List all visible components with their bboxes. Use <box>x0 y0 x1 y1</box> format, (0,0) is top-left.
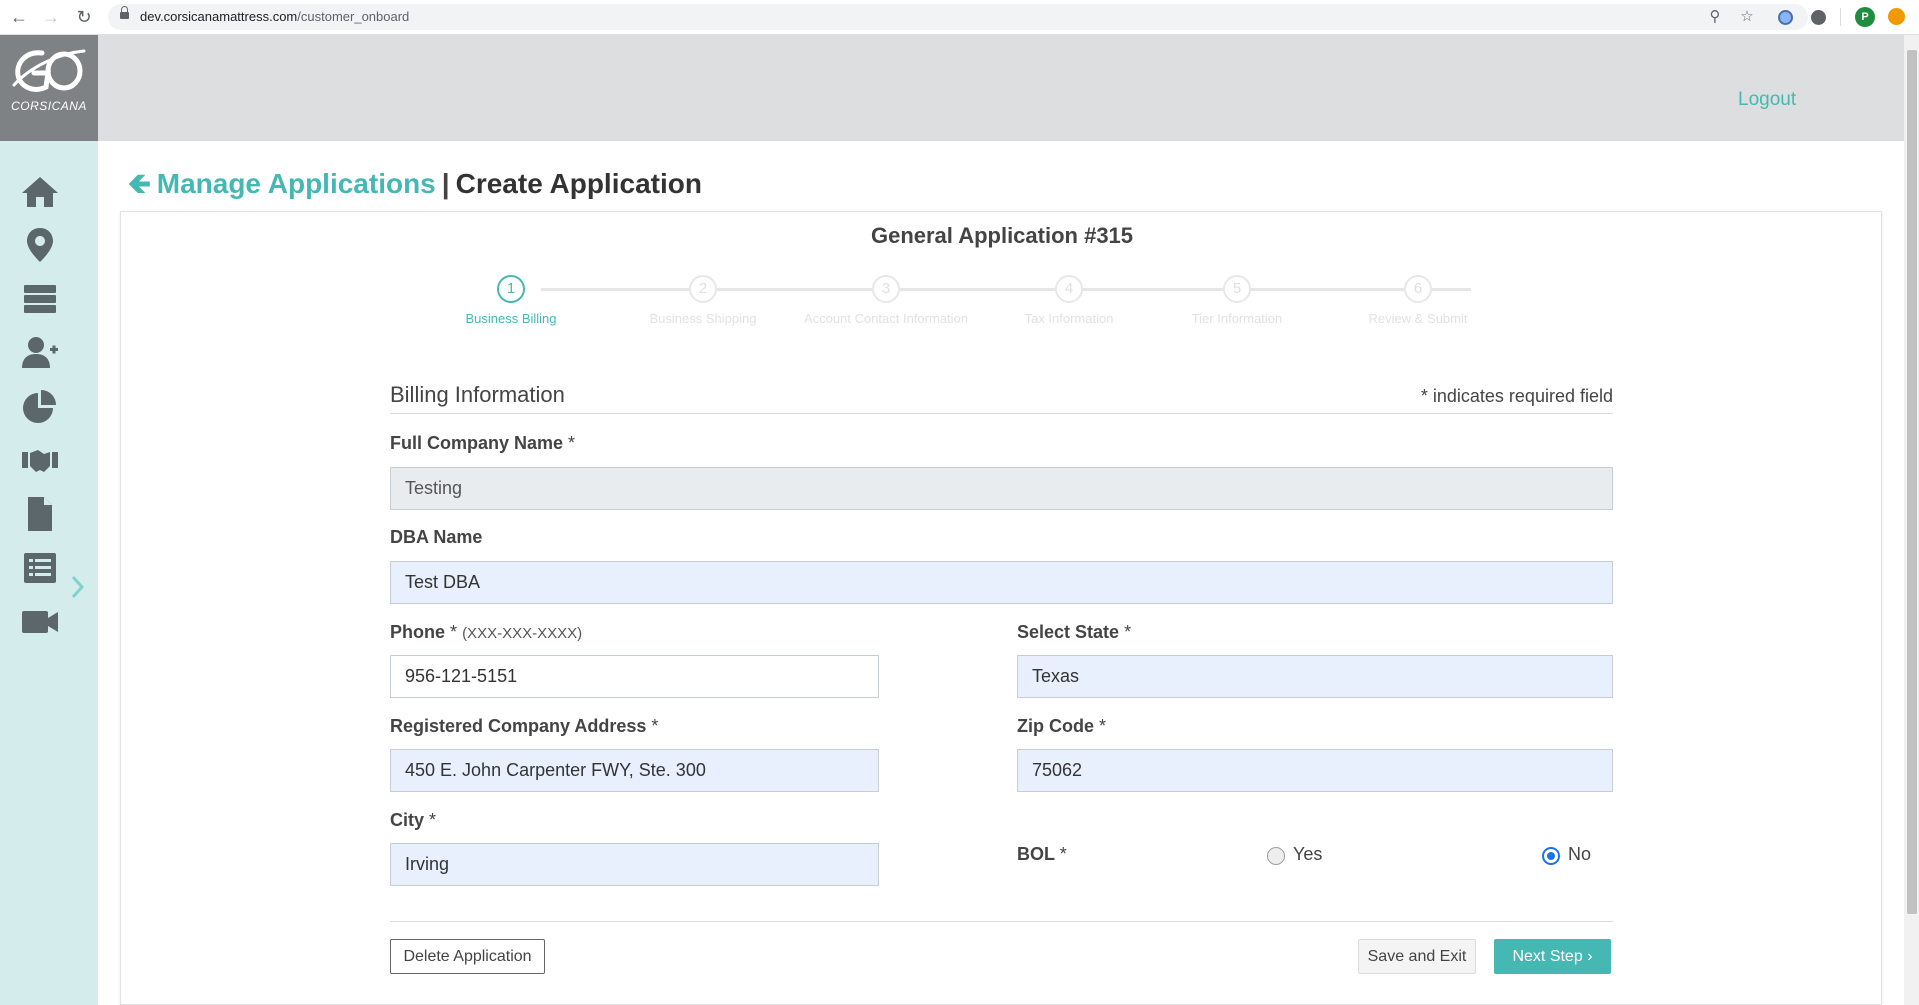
scrollbar-thumb[interactable] <box>1907 50 1917 914</box>
step-number: 5 <box>1223 275 1251 303</box>
phone-input[interactable] <box>390 655 879 698</box>
toolbar-divider <box>1840 8 1841 26</box>
dba-name-label: DBA Name <box>390 527 483 547</box>
back-arrow-icon[interactable]: 🡸 <box>128 168 151 199</box>
star-icon[interactable]: ☆ <box>1738 8 1756 26</box>
back-arrow-icon[interactable]: ← <box>8 6 30 28</box>
city-input[interactable] <box>390 843 879 886</box>
server-icon[interactable] <box>18 279 62 319</box>
logo-text: CORSICANA <box>11 99 87 113</box>
section-divider <box>390 413 1613 414</box>
step-label: Business Billing <box>465 311 557 326</box>
next-step-label: Next Step <box>1512 947 1583 965</box>
step-account-contact[interactable]: 3 Account Contact Information <box>796 275 976 326</box>
step-business-shipping[interactable]: 2 Business Shipping <box>613 275 793 326</box>
bol-no-radio[interactable] <box>1542 847 1560 865</box>
step-business-billing[interactable]: 1 Business Billing <box>421 275 601 326</box>
step-number: 4 <box>1055 275 1083 303</box>
bol-yes-label[interactable]: Yes <box>1293 844 1322 865</box>
breadcrumb-current: Create Application <box>455 168 702 199</box>
step-review-submit[interactable]: 6 Review & Submit <box>1328 275 1508 326</box>
application-title: General Application #315 <box>870 223 1134 248</box>
user-plus-icon[interactable] <box>18 333 62 373</box>
step-label: Tax Information <box>1024 311 1114 326</box>
step-label: Review & Submit <box>1368 311 1468 326</box>
breadcrumb-separator: | <box>441 168 450 199</box>
bol-yes-radio[interactable] <box>1267 847 1285 865</box>
list-icon[interactable] <box>18 548 62 588</box>
step-tax-information[interactable]: 4 Tax Information <box>979 275 1159 326</box>
document-icon[interactable] <box>18 494 62 534</box>
delete-application-button[interactable]: Delete Application <box>390 939 545 974</box>
map-pin-icon[interactable] <box>18 225 62 265</box>
logo[interactable]: CORSICANA <box>0 35 98 141</box>
section-title: Billing Information <box>390 382 565 407</box>
application-card: General Application #315 1 Business Bill… <box>120 211 1882 1005</box>
state-label: Select State * <box>1017 622 1132 642</box>
browser-toolbar: ← → ↻ dev.corsicanamattress.com/customer… <box>0 0 1919 35</box>
step-number: 1 <box>497 275 525 303</box>
go-logo-icon <box>12 49 86 92</box>
step-label: Business Shipping <box>649 311 757 326</box>
company-name-input[interactable] <box>390 467 1613 510</box>
zoom-icon[interactable]: ⚲ <box>1706 8 1724 26</box>
step-tier-information[interactable]: 5 Tier Information <box>1147 275 1327 326</box>
city-label: City * <box>390 810 437 830</box>
extension-icon[interactable] <box>1888 8 1905 25</box>
step-number: 2 <box>689 275 717 303</box>
zip-input[interactable] <box>1017 749 1613 792</box>
url-text[interactable]: dev.corsicanamattress.com/customer_onboa… <box>140 9 409 24</box>
lock-icon <box>120 6 129 21</box>
bol-label: BOL * <box>1017 844 1067 864</box>
step-number: 6 <box>1404 275 1432 303</box>
page-title: 🡸 Manage Applications | Create Application <box>128 163 702 211</box>
sidebar: CORSICANA <box>0 35 98 1005</box>
phone-label: Phone * (XXX-XXX-XXXX) <box>390 622 583 642</box>
reload-icon[interactable]: ↻ <box>73 6 95 28</box>
address-label: Registered Company Address * <box>390 716 659 736</box>
step-number: 3 <box>872 275 900 303</box>
profile-avatar[interactable]: P <box>1855 7 1875 27</box>
chevron-right-icon: › <box>1587 947 1593 965</box>
breadcrumb-manage-applications[interactable]: Manage Applications <box>157 168 436 199</box>
handshake-icon[interactable] <box>18 439 62 479</box>
dba-name-input[interactable] <box>390 561 1613 604</box>
step-label: Account Contact Information <box>803 311 969 326</box>
video-icon[interactable] <box>18 602 62 642</box>
required-field-note: * indicates required field <box>1420 386 1613 406</box>
state-select[interactable] <box>1017 655 1613 698</box>
step-label: Tier Information <box>1191 311 1283 326</box>
extension-icon[interactable] <box>1778 10 1793 25</box>
logout-link[interactable]: Logout <box>1738 89 1796 111</box>
chevron-right-icon[interactable] <box>70 574 86 600</box>
pie-chart-icon[interactable] <box>18 387 62 427</box>
home-icon[interactable] <box>18 172 62 212</box>
save-and-exit-button[interactable]: Save and Exit <box>1358 939 1476 974</box>
zip-label: Zip Code * <box>1017 716 1107 736</box>
company-name-label: Full Company Name * <box>390 433 576 453</box>
forward-arrow-icon[interactable]: → <box>40 6 62 28</box>
address-input[interactable] <box>390 749 879 792</box>
bol-no-label[interactable]: No <box>1568 844 1591 865</box>
top-header <box>98 35 1904 141</box>
extension-icon[interactable] <box>1811 10 1826 25</box>
next-step-button[interactable]: Next Step › <box>1494 939 1611 974</box>
form-footer-divider <box>390 921 1613 922</box>
